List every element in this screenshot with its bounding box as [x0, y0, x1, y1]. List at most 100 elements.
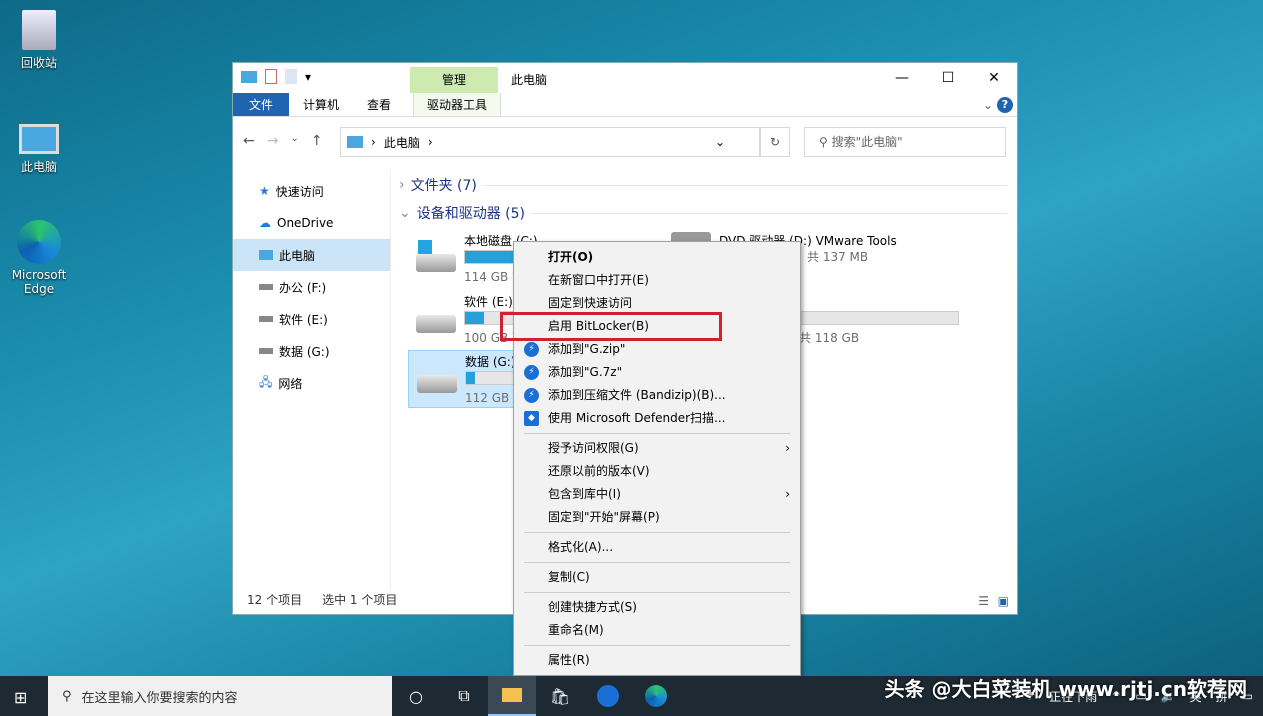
- close-button[interactable]: ✕: [971, 63, 1017, 93]
- address-dropdown-icon[interactable]: ⌄: [715, 135, 725, 149]
- sidebar-item-drive-f[interactable]: 办公 (F:): [233, 271, 390, 303]
- chevron-down-icon: ⌄: [399, 205, 411, 221]
- computer-icon: [347, 136, 363, 148]
- sidebar-item-quick-access[interactable]: ★ 快速访问: [233, 175, 390, 207]
- new-folder-icon[interactable]: [285, 69, 297, 84]
- umbrella-weather-icon: ☂: [1024, 689, 1036, 703]
- refresh-button[interactable]: ↻: [760, 127, 790, 157]
- help-button[interactable]: ?: [997, 97, 1013, 113]
- sidebar-item-this-pc[interactable]: 此电脑: [233, 239, 390, 271]
- dvd-total-size: 共 137 MB: [807, 250, 869, 264]
- window-title: 此电脑: [511, 73, 548, 87]
- network-icon[interactable]: ▭: [1135, 689, 1146, 703]
- cortana-button[interactable]: ○: [392, 676, 440, 716]
- menu-separator: [524, 532, 790, 533]
- tab-view[interactable]: 查看: [353, 93, 405, 116]
- tab-drive-tools[interactable]: 驱动器工具: [413, 93, 502, 116]
- edge-taskbar-icon[interactable]: [632, 676, 680, 716]
- drive-icon: [417, 375, 457, 393]
- navigation-pane: ★ 快速访问 ☁ OneDrive 此电脑 办公 (F:) 软件 (E:) 数据 (…: [233, 171, 391, 591]
- bandizip-icon: ⚡: [524, 388, 539, 403]
- menu-item-pin-start[interactable]: 固定到"开始"屏幕(P): [514, 506, 800, 529]
- highlight-box: [500, 312, 722, 341]
- chevron-right-icon: ›: [399, 177, 405, 193]
- desktop-icon-recycle-bin[interactable]: 回收站: [4, 10, 74, 71]
- recycle-bin-icon: [22, 10, 56, 50]
- usage-fill: [466, 372, 476, 384]
- drive-icon: [416, 254, 456, 272]
- context-menu: 打开(O) 在新窗口中打开(E) 固定到快速访问 启用 BitLocker(B)…: [513, 241, 801, 676]
- desktop-icon-this-pc[interactable]: 此电脑: [4, 118, 74, 175]
- weather-status[interactable]: 正在下雨: [1049, 688, 1097, 705]
- notification-icon[interactable]: ▭: [1242, 689, 1253, 703]
- minimize-button[interactable]: —: [879, 63, 925, 93]
- maximize-button[interactable]: ☐: [925, 63, 971, 93]
- store-taskbar-icon[interactable]: 🛍: [536, 676, 584, 716]
- content-pane: › 文件夹 (7) ⌄ 设备和驱动器 (5): [399, 171, 1017, 227]
- group-folders[interactable]: › 文件夹 (7): [399, 171, 1017, 199]
- start-button[interactable]: ⊞: [14, 688, 27, 707]
- bandizip-icon: ⚡: [524, 365, 539, 380]
- sidebar-item-drive-g[interactable]: 数据 (G:): [233, 335, 390, 367]
- large-icons-view-button[interactable]: ▣: [998, 594, 1009, 608]
- menu-separator: [524, 592, 790, 593]
- menu-item-add-archive[interactable]: ⚡ 添加到压缩文件 (Bandizip)(B)...: [514, 384, 800, 407]
- drive-icon: [259, 316, 273, 322]
- computer-icon: [19, 124, 59, 154]
- customize-dropdown-icon[interactable]: ▾: [305, 70, 311, 84]
- forward-button[interactable]: →: [267, 133, 279, 149]
- drive-icon: [259, 284, 273, 290]
- menu-item-open[interactable]: 打开(O): [514, 246, 800, 269]
- menu-item-give-access[interactable]: 授予访问权限(G) ›: [514, 437, 800, 460]
- cloud-icon: ☁: [259, 216, 271, 230]
- chevron-right-icon[interactable]: ›: [428, 135, 433, 149]
- drive-icon: [259, 348, 273, 354]
- taskbar-search-input[interactable]: ⚲ 在这里输入你要搜索的内容: [48, 676, 392, 716]
- volume-icon[interactable]: 🔈: [1161, 689, 1176, 703]
- drive-icon: [416, 315, 456, 333]
- menu-item-defender-scan[interactable]: ◆ 使用 Microsoft Defender扫描...: [514, 407, 800, 430]
- menu-item-include-library[interactable]: 包含到库中(I) ›: [514, 483, 800, 506]
- menu-item-add-zip[interactable]: ⚡ 添加到"G.zip": [514, 338, 800, 361]
- address-bar[interactable]: › 此电脑 › ⌄: [340, 127, 760, 157]
- tab-computer[interactable]: 计算机: [289, 93, 353, 116]
- search-input[interactable]: ⚲ 搜索"此电脑": [804, 127, 1006, 157]
- star-icon: ★: [259, 184, 270, 198]
- up-button[interactable]: ↑: [311, 133, 323, 149]
- menu-item-open-new-window[interactable]: 在新窗口中打开(E): [514, 269, 800, 292]
- menu-item-create-shortcut[interactable]: 创建快捷方式(S): [514, 596, 800, 619]
- search-icon: ⚲: [62, 688, 72, 704]
- tab-file[interactable]: 文件: [233, 93, 289, 116]
- ime-mode[interactable]: 拼: [1216, 688, 1228, 705]
- ime-language[interactable]: 英: [1190, 688, 1202, 705]
- details-view-button[interactable]: ☰: [978, 594, 989, 608]
- properties-icon[interactable]: [265, 69, 277, 84]
- sidebar-item-onedrive[interactable]: ☁ OneDrive: [233, 207, 390, 239]
- menu-item-copy[interactable]: 复制(C): [514, 566, 800, 589]
- file-explorer-taskbar-icon[interactable]: [488, 676, 536, 716]
- bandizip-taskbar-icon[interactable]: [584, 676, 632, 716]
- menu-item-properties[interactable]: 属性(R): [514, 649, 800, 672]
- sidebar-item-network[interactable]: 🖧 网络: [233, 367, 390, 399]
- show-hidden-icons-button[interactable]: ^: [1111, 689, 1121, 703]
- menu-item-format[interactable]: 格式化(A)...: [514, 536, 800, 559]
- group-devices[interactable]: ⌄ 设备和驱动器 (5): [399, 199, 1017, 227]
- title-bar: ▾ 管理 此电脑 — ☐ ✕: [233, 63, 1017, 93]
- sidebar-item-drive-e[interactable]: 软件 (E:): [233, 303, 390, 335]
- menu-item-rename[interactable]: 重命名(M): [514, 619, 800, 642]
- computer-icon: [241, 70, 257, 83]
- submenu-arrow-icon: ›: [785, 441, 790, 455]
- submenu-arrow-icon: ›: [785, 487, 790, 501]
- search-icon: ⚲: [819, 135, 832, 149]
- manage-context-tab[interactable]: 管理: [410, 67, 498, 93]
- back-button[interactable]: ←: [243, 133, 255, 149]
- desktop-icon-edge[interactable]: Microsoft Edge: [4, 220, 74, 296]
- menu-item-add-7z[interactable]: ⚡ 添加到"G.7z": [514, 361, 800, 384]
- menu-item-restore-versions[interactable]: 还原以前的版本(V): [514, 460, 800, 483]
- recent-dropdown-icon[interactable]: ⌄: [290, 133, 298, 149]
- computer-icon: [259, 250, 273, 260]
- usage-fill: [465, 312, 484, 324]
- task-view-button[interactable]: ⧉: [440, 676, 488, 716]
- breadcrumb-this-pc[interactable]: 此电脑: [384, 134, 420, 151]
- expand-ribbon-icon[interactable]: ⌄: [983, 93, 993, 117]
